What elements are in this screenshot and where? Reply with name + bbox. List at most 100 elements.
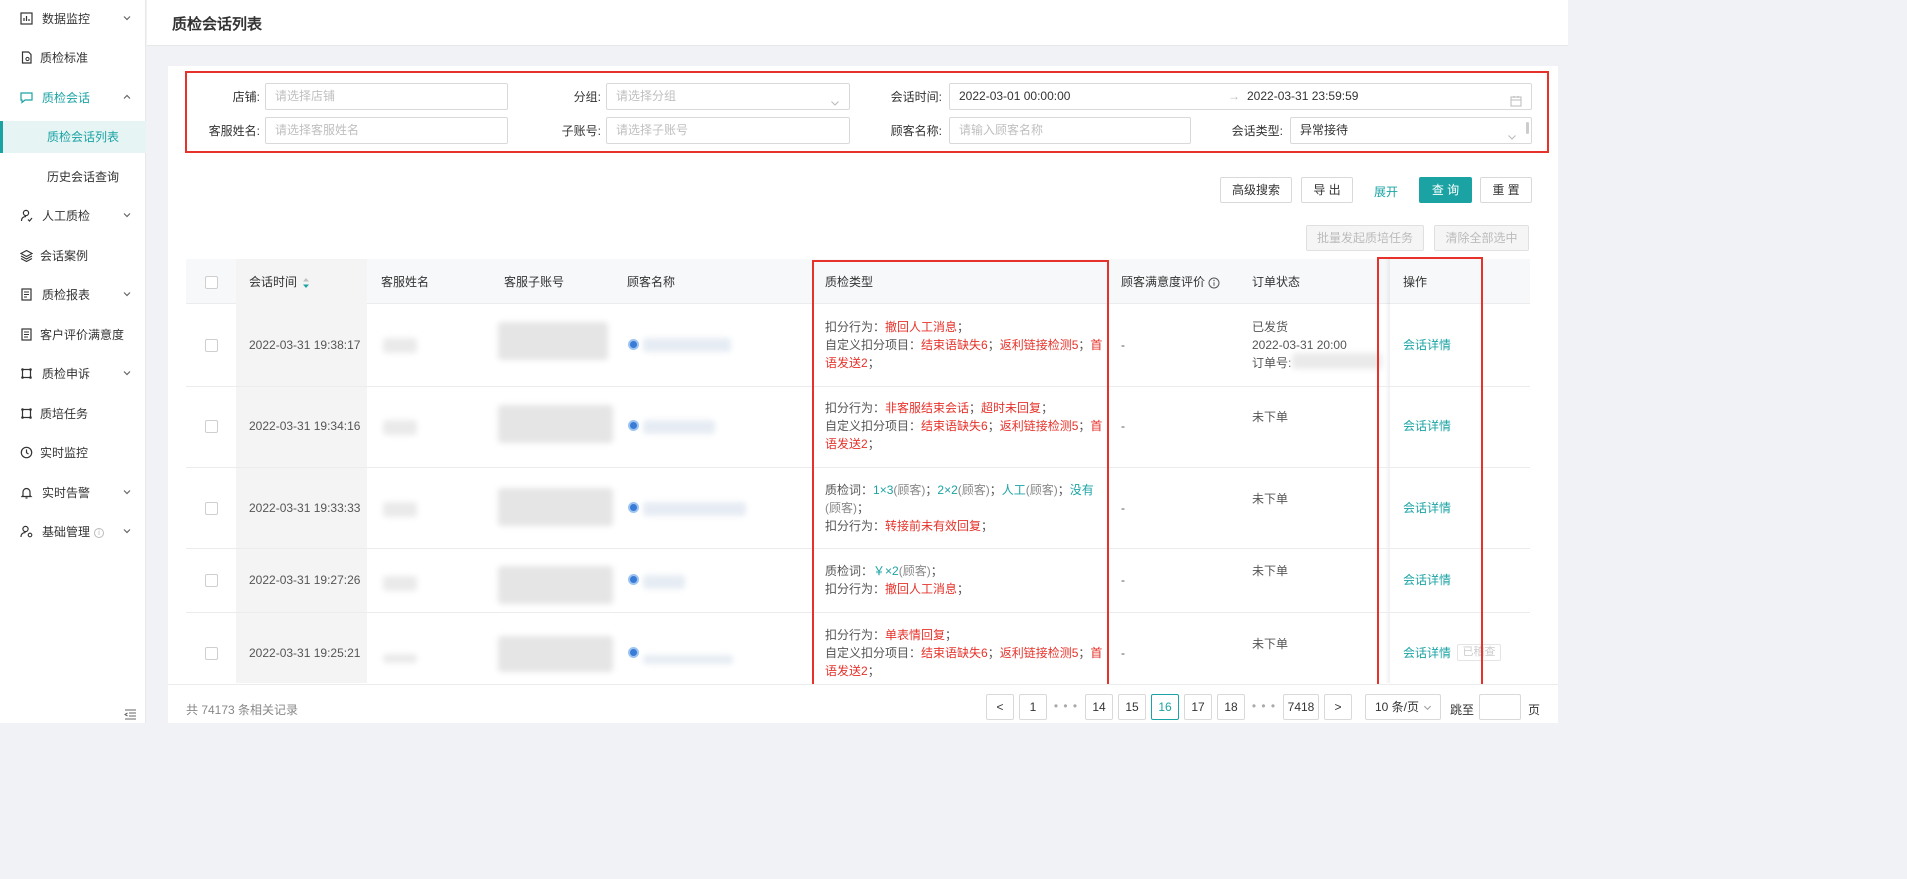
jump-page-input[interactable] (1479, 694, 1521, 720)
sidebar-item-qc-standard[interactable]: 质检标准 (0, 43, 146, 73)
page-size-value: 10 条/页 (1375, 700, 1420, 714)
session-detail-link[interactable]: 会话详情 (1403, 644, 1451, 661)
pagination-ellipsis[interactable]: • • • (1250, 694, 1278, 718)
sorted-column-bg (236, 259, 367, 683)
deduction-item: 结束语缺失6 (921, 419, 988, 433)
page-16-current[interactable]: 16 (1151, 694, 1179, 720)
agent-name-redacted (383, 338, 417, 353)
rating-icon (20, 328, 33, 341)
group-label: 分组: (573, 90, 601, 104)
query-button[interactable]: 查 询 (1419, 177, 1472, 203)
row-checkbox[interactable] (205, 502, 218, 515)
export-button[interactable]: 导 出 (1301, 177, 1353, 203)
session-time-range[interactable]: 2022-03-01 00:00:00 → 2022-03-31 23:59:5… (949, 83, 1532, 110)
group-select[interactable]: 请选择分组 (606, 83, 850, 110)
qc-text: ； (1078, 646, 1091, 660)
chevron-down-icon (122, 289, 132, 299)
session-type-select[interactable]: 异常接待 (1290, 117, 1532, 144)
sidebar-item-label: 会话案例 (40, 249, 89, 263)
sidebar-item-basic-admin[interactable]: 基础管理 i (0, 517, 146, 547)
order-status: 未下单 (1252, 564, 1289, 578)
sidebar-item-label: 人工质检 (42, 209, 91, 223)
session-detail-link[interactable]: 会话详情 (1403, 417, 1451, 434)
expand-link[interactable]: 展开 (1374, 183, 1398, 200)
satisfaction-value: - (1121, 419, 1125, 433)
pagination-ellipsis[interactable]: • • • (1052, 694, 1080, 718)
sidebar-item-customer-rating[interactable]: 客户评价满意度 (0, 320, 146, 350)
qc-text: ； (1041, 401, 1054, 415)
row-checkbox[interactable] (205, 574, 218, 587)
customer-name-input[interactable]: 请输入顾客名称 (949, 117, 1191, 144)
sidebar-item-qc-appeal[interactable]: 质检申诉 (0, 359, 146, 389)
advanced-search-button[interactable]: 高级搜索 (1220, 177, 1292, 203)
sidebar-item-manual-qc[interactable]: 人工质检 (0, 201, 146, 231)
page-1[interactable]: 1 (1019, 694, 1047, 720)
satisfaction-value: - (1121, 646, 1125, 660)
qc-text: (顾客) (898, 564, 931, 578)
page-14[interactable]: 14 (1085, 694, 1113, 720)
sidebar-item-qc-session-list[interactable]: 质检会话列表 (0, 121, 146, 153)
row-checkbox[interactable] (205, 647, 218, 660)
column-header-satisfaction: 顾客满意度评价 (1121, 275, 1220, 289)
shop-select[interactable]: 请选择店铺 (265, 83, 508, 110)
info-icon[interactable] (1208, 277, 1220, 289)
session-detail-link[interactable]: 会话详情 (1403, 571, 1451, 588)
deduction-item: 语发送2 (825, 664, 868, 678)
sub-account-select[interactable]: 请选择子账号 (606, 117, 850, 144)
sidebar-item-label: 实时监控 (40, 446, 89, 460)
batch-training-button[interactable]: 批量发起质培任务 (1306, 225, 1424, 251)
collapse-menu-icon[interactable] (123, 708, 137, 721)
sub-account-label: 子账号: (561, 124, 601, 138)
sidebar-item-qc-session[interactable]: 质检会话 (0, 83, 146, 113)
page-15[interactable]: 15 (1118, 694, 1146, 720)
agent-name-select[interactable]: 请选择客服姓名 (265, 117, 508, 144)
order-status: 未下单 (1252, 410, 1289, 424)
sidebar-item-history-query[interactable]: 历史会话查询 (0, 162, 146, 192)
person-icon (20, 209, 33, 222)
column-header-time[interactable]: 会话时间 (249, 275, 310, 289)
page-17[interactable]: 17 (1184, 694, 1212, 720)
customer-avatar-icon (628, 502, 639, 513)
sidebar-item-realtime-monitor[interactable]: 实时监控 (0, 438, 146, 468)
keyword-item: 人工 (1001, 483, 1026, 497)
sidebar-item-label: 质检报表 (42, 288, 91, 302)
keyword-item: 没有 (1069, 483, 1094, 497)
qc-text: ； (987, 646, 1000, 660)
deduction-item: 转接前未有效回复 (885, 519, 982, 533)
sidebar-item-qc-report[interactable]: 质检报表 (0, 280, 146, 310)
sidebar-item-realtime-alert[interactable]: 实时告警 (0, 478, 146, 508)
sidebar-item-label: 质检会话列表 (47, 130, 120, 144)
session-detail-link[interactable]: 会话详情 (1403, 336, 1451, 353)
calendar-icon (1510, 91, 1522, 107)
page-size-select[interactable]: 10 条/页 (1365, 694, 1441, 720)
row-checkbox[interactable] (205, 339, 218, 352)
deduction-item: 撤回人工消息 (885, 582, 958, 596)
session-detail-link[interactable]: 会话详情 (1403, 499, 1451, 516)
next-page-button[interactable]: > (1324, 694, 1352, 720)
sort-icon[interactable] (302, 277, 310, 289)
sidebar-item-data-monitor[interactable]: 数据监控 (0, 4, 146, 34)
sub-account-redacted (498, 566, 613, 604)
row-checkbox[interactable] (205, 420, 218, 433)
qc-text: ； (867, 356, 880, 370)
qc-text: 自定义扣分项目： (825, 419, 922, 433)
select-all-checkbox[interactable] (205, 276, 218, 289)
total-records: 共 74173 条相关记录 (186, 703, 299, 717)
prev-page-button[interactable]: < (986, 694, 1014, 720)
page-suffix: 页 (1528, 703, 1541, 717)
agent-name-redacted (383, 420, 417, 435)
clear-selection-button[interactable]: 清除全部选中 (1434, 225, 1529, 251)
sidebar-item-session-cases[interactable]: 会话案例 (0, 241, 146, 271)
customer-avatar-icon (628, 647, 639, 658)
sidebar-item-training-task[interactable]: 质培任务 (0, 399, 146, 429)
page-18[interactable]: 18 (1217, 694, 1245, 720)
satisfaction-value: - (1121, 501, 1125, 515)
qc-line: 语发送2； (825, 435, 1105, 453)
reset-button[interactable]: 重 置 (1480, 177, 1532, 203)
info-icon: i (94, 527, 105, 538)
page-last[interactable]: 7418 (1283, 694, 1319, 720)
session-time-label: 会话时间: (890, 90, 942, 104)
session-time: 2022-03-31 19:34:16 (249, 419, 361, 433)
fixed-column-shadow (1385, 259, 1390, 683)
qc-text: 质检词： (825, 564, 874, 578)
